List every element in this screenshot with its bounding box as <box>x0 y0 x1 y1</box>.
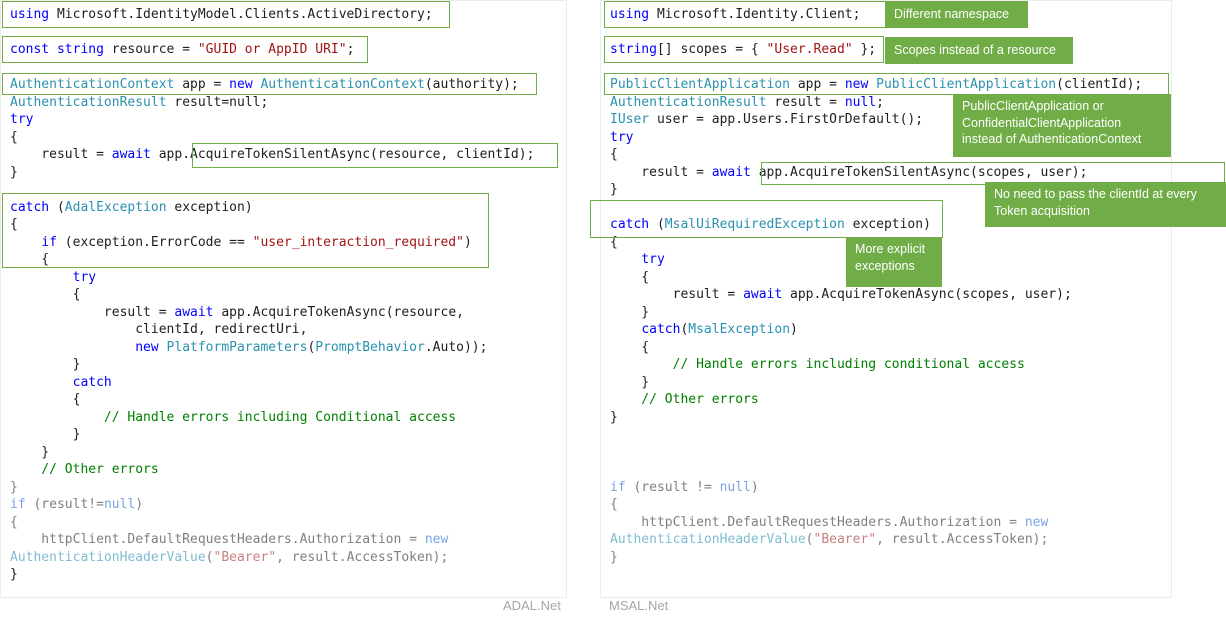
adal-silent-highlight <box>192 143 558 168</box>
adal-catch-highlight <box>2 193 489 268</box>
msal-catch-highlight <box>590 200 943 238</box>
callout-exceptions: More explicit exceptions <box>846 237 942 287</box>
msal-caption: MSAL.Net <box>609 598 669 613</box>
callout-namespace: Different namespace <box>885 1 1028 28</box>
msal-scopes-highlight <box>604 36 884 63</box>
callout-app: PublicClientApplication or ConfidentialC… <box>953 94 1171 157</box>
callout-clientid: No need to pass the clientId at every To… <box>985 182 1226 227</box>
adal-context-highlight <box>2 73 537 95</box>
adal-caption: ADAL.Net <box>503 598 561 613</box>
msal-app-highlight <box>604 73 1169 95</box>
adal-resource-highlight <box>2 36 368 63</box>
callout-scopes: Scopes instead of a resource <box>885 37 1073 64</box>
msal-using-highlight <box>604 1 886 28</box>
adal-using-highlight <box>2 1 450 28</box>
